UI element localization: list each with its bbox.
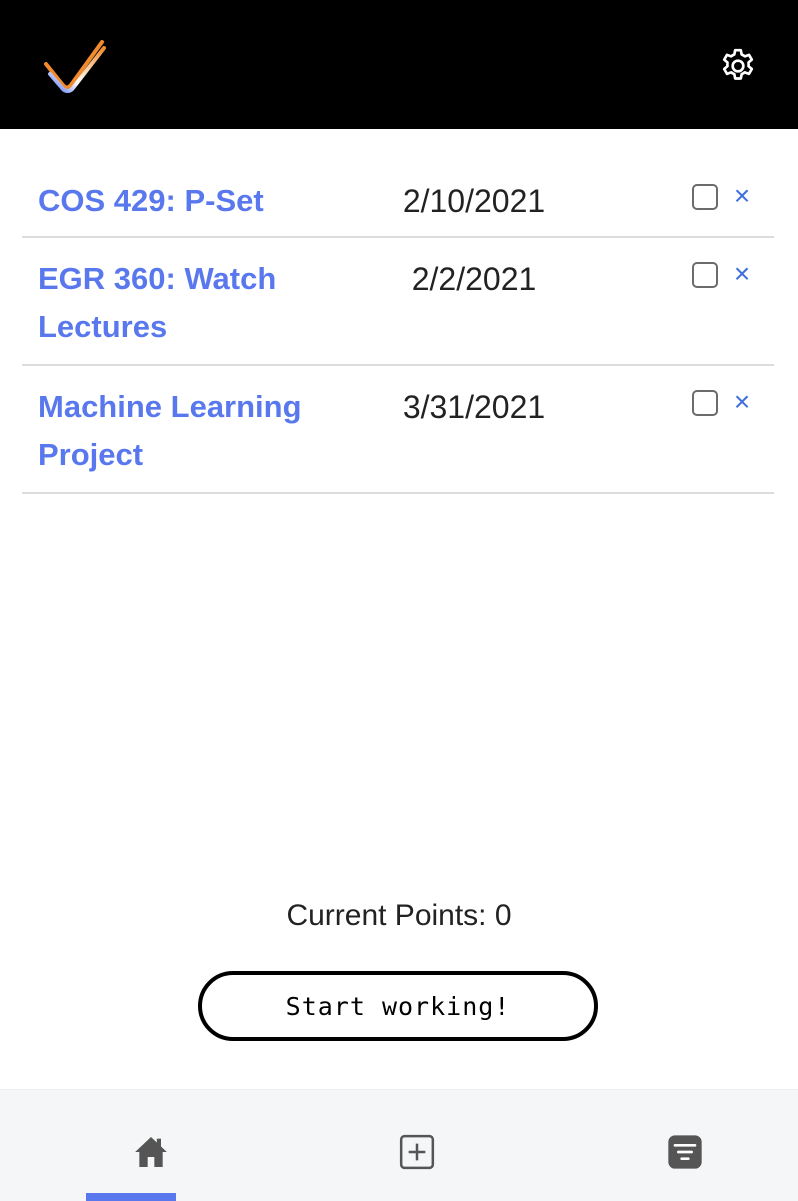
- nav-filter[interactable]: [552, 1090, 798, 1201]
- nav-active-indicator: [86, 1193, 176, 1201]
- task-title-link[interactable]: Machine Learning Project: [38, 383, 338, 479]
- task-due-date: 2/2/2021: [411, 261, 537, 297]
- nav-add-task[interactable]: [284, 1090, 550, 1201]
- task-title-link[interactable]: EGR 360: Watch Lectures: [38, 255, 338, 351]
- task-row: EGR 360: Watch Lectures 2/2/2021 ×: [22, 238, 774, 366]
- task-complete-checkbox[interactable]: [692, 390, 718, 416]
- nav-home[interactable]: [18, 1090, 284, 1201]
- task-delete-button[interactable]: ×: [730, 256, 754, 292]
- filter-icon: [668, 1135, 702, 1169]
- task-delete-button[interactable]: ×: [730, 178, 754, 214]
- task-complete-checkbox[interactable]: [692, 262, 718, 288]
- home-icon: [135, 1137, 167, 1167]
- current-points-text: Current Points: 0: [286, 899, 512, 932]
- add-icon: [399, 1134, 435, 1170]
- gear-icon[interactable]: [718, 46, 758, 86]
- bottom-nav: [0, 1089, 798, 1201]
- checkmark-logo-icon: [40, 34, 112, 98]
- task-due-date: 3/31/2021: [402, 389, 546, 425]
- task-row: COS 429: P-Set 2/10/2021 ×: [22, 160, 774, 238]
- task-list: COS 429: P-Set 2/10/2021 × EGR 360: Watc…: [22, 160, 774, 494]
- app-root: COS 429: P-Set 2/10/2021 × EGR 360: Watc…: [0, 0, 798, 1201]
- task-due-date: 2/10/2021: [402, 183, 546, 219]
- start-working-button[interactable]: Start working!: [198, 971, 598, 1041]
- task-complete-checkbox[interactable]: [692, 184, 718, 210]
- task-title-link[interactable]: COS 429: P-Set: [38, 177, 338, 225]
- app-header: [0, 0, 798, 129]
- task-delete-button[interactable]: ×: [730, 384, 754, 420]
- task-row: Machine Learning Project 3/31/2021 ×: [22, 366, 774, 494]
